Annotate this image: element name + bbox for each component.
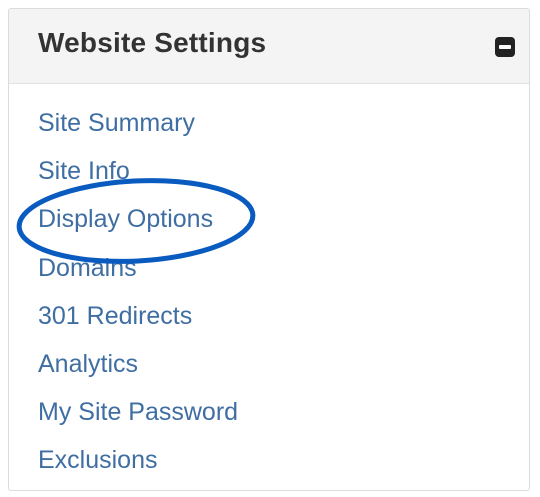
list-item: My Site Password — [38, 396, 238, 444]
list-item: Site Info — [38, 155, 238, 203]
link-analytics[interactable]: Analytics — [38, 350, 138, 378]
link-301-redirects[interactable]: 301 Redirects — [38, 302, 192, 330]
list-item: Analytics — [38, 348, 238, 396]
link-domains[interactable]: Domains — [38, 254, 137, 282]
link-display-options[interactable]: Display Options — [38, 205, 213, 233]
settings-link-list: Site Summary Site Info Display Options D… — [38, 107, 238, 490]
list-item: Domains — [38, 252, 238, 300]
link-site-summary[interactable]: Site Summary — [38, 109, 195, 137]
list-item: Display Options — [38, 203, 238, 251]
list-item: Exclusions — [38, 444, 238, 490]
list-item: Site Summary — [38, 107, 238, 155]
panel-header: Website Settings — [9, 9, 529, 84]
panel-title: Website Settings — [38, 27, 267, 58]
link-my-site-password[interactable]: My Site Password — [38, 398, 238, 426]
website-settings-panel: Website Settings Site Summary Site Info … — [8, 8, 530, 491]
collapse-button[interactable] — [495, 37, 515, 57]
minus-icon — [499, 45, 511, 49]
list-item: 301 Redirects — [38, 300, 238, 348]
link-site-info[interactable]: Site Info — [38, 157, 130, 185]
link-exclusions[interactable]: Exclusions — [38, 446, 158, 474]
